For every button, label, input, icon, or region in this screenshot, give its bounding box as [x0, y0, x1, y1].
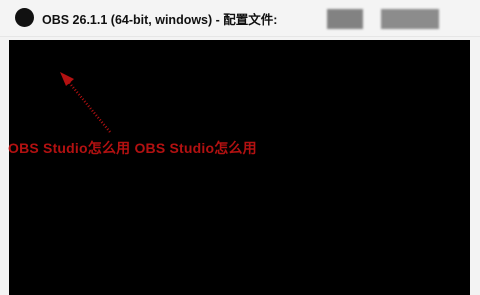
- obs-main-window: OBS 26.1.1 (64-bit, windows) - 配置文件: OBS…: [0, 0, 480, 295]
- annotation-caption: OBS Studio怎么用 OBS Studio怎么用: [8, 140, 257, 156]
